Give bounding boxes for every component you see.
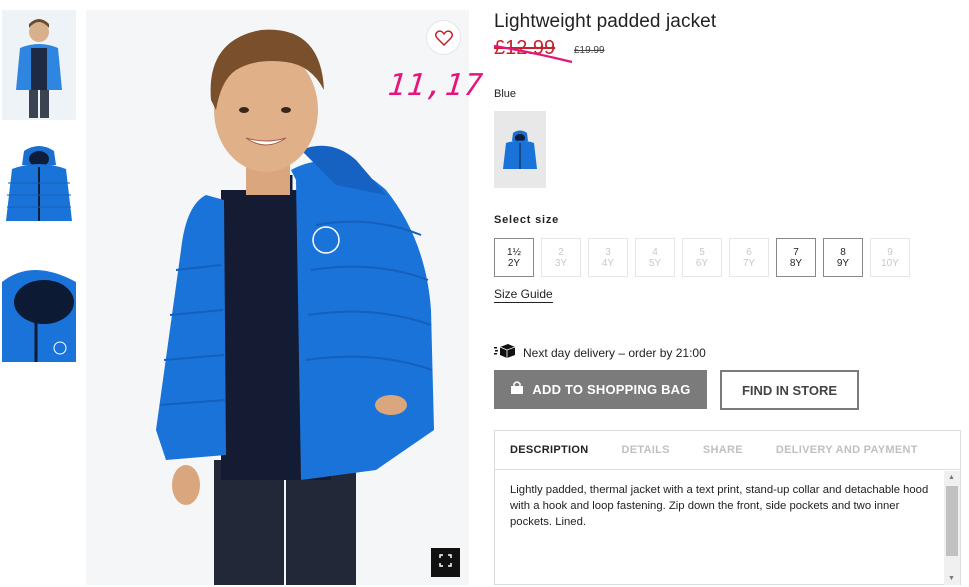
scroll-down-arrow-icon[interactable]: ▼ (948, 575, 955, 582)
select-size-label: Select size (494, 214, 560, 226)
color-swatch-blue[interactable] (494, 111, 546, 188)
size-option[interactable]: 2 3Y (541, 238, 581, 277)
add-to-bag-button[interactable]: ADD TO SHOPPING BAG (494, 370, 707, 409)
color-label: Blue (494, 88, 517, 100)
thumbnail-2[interactable] (2, 137, 76, 229)
fullscreen-icon (439, 553, 452, 572)
size-guide-link[interactable]: Size Guide (494, 287, 553, 303)
scroll-up-arrow-icon[interactable]: ▲ (948, 474, 955, 481)
tab-details[interactable]: DETAILS (621, 444, 669, 456)
scrollbar-thumb[interactable] (946, 486, 958, 556)
shopping-bag-icon (510, 381, 524, 398)
product-info-tabs: DESCRIPTION DETAILS SHARE DELIVERY AND P… (495, 431, 960, 470)
find-in-store-button[interactable]: FIND IN STORE (720, 370, 859, 410)
size-option[interactable]: 3 4Y (588, 238, 628, 277)
product-title: Lightweight padded jacket (494, 11, 717, 32)
size-option[interactable]: 5 6Y (682, 238, 722, 277)
size-option[interactable]: 1½ 2Y (494, 238, 534, 277)
size-option[interactable]: 4 5Y (635, 238, 675, 277)
delivery-text: Next day delivery – order by 21:00 (523, 345, 706, 360)
thumbnail-3[interactable] (2, 262, 76, 364)
size-option[interactable]: 7 8Y (776, 238, 816, 277)
product-description: Lightly padded, thermal jacket with a te… (510, 484, 929, 528)
tab-delivery-and-payment[interactable]: DELIVERY AND PAYMENT (776, 444, 918, 456)
favorite-button[interactable] (426, 20, 461, 55)
size-selector: 1½ 2Y 2 3Y 3 4Y 4 5Y 5 6Y 6 7Y 7 8Y 8 9Y 9 10Y (494, 238, 910, 277)
tab-share[interactable]: SHARE (703, 444, 743, 456)
fullscreen-button[interactable] (431, 548, 460, 577)
handwritten-price-annotation: 11,17 (386, 68, 486, 103)
size-option[interactable]: 6 7Y (729, 238, 769, 277)
delivery-info: Next day delivery – order by 21:00 (494, 344, 706, 361)
sale-price: £12.99 (494, 37, 556, 59)
thumbnail-1[interactable] (2, 10, 76, 120)
product-info-panel: DESCRIPTION DETAILS SHARE DELIVERY AND P… (494, 430, 961, 585)
size-option[interactable]: 8 9Y (823, 238, 863, 277)
description-scrollbar[interactable]: ▲ ▼ (944, 471, 960, 585)
tab-description[interactable]: DESCRIPTION (510, 444, 588, 456)
size-option[interactable]: 9 10Y (870, 238, 910, 277)
delivery-truck-icon (494, 344, 516, 361)
add-to-bag-label: ADD TO SHOPPING BAG (532, 382, 691, 397)
heart-icon (434, 29, 453, 46)
original-price: £19.99 (574, 45, 605, 56)
